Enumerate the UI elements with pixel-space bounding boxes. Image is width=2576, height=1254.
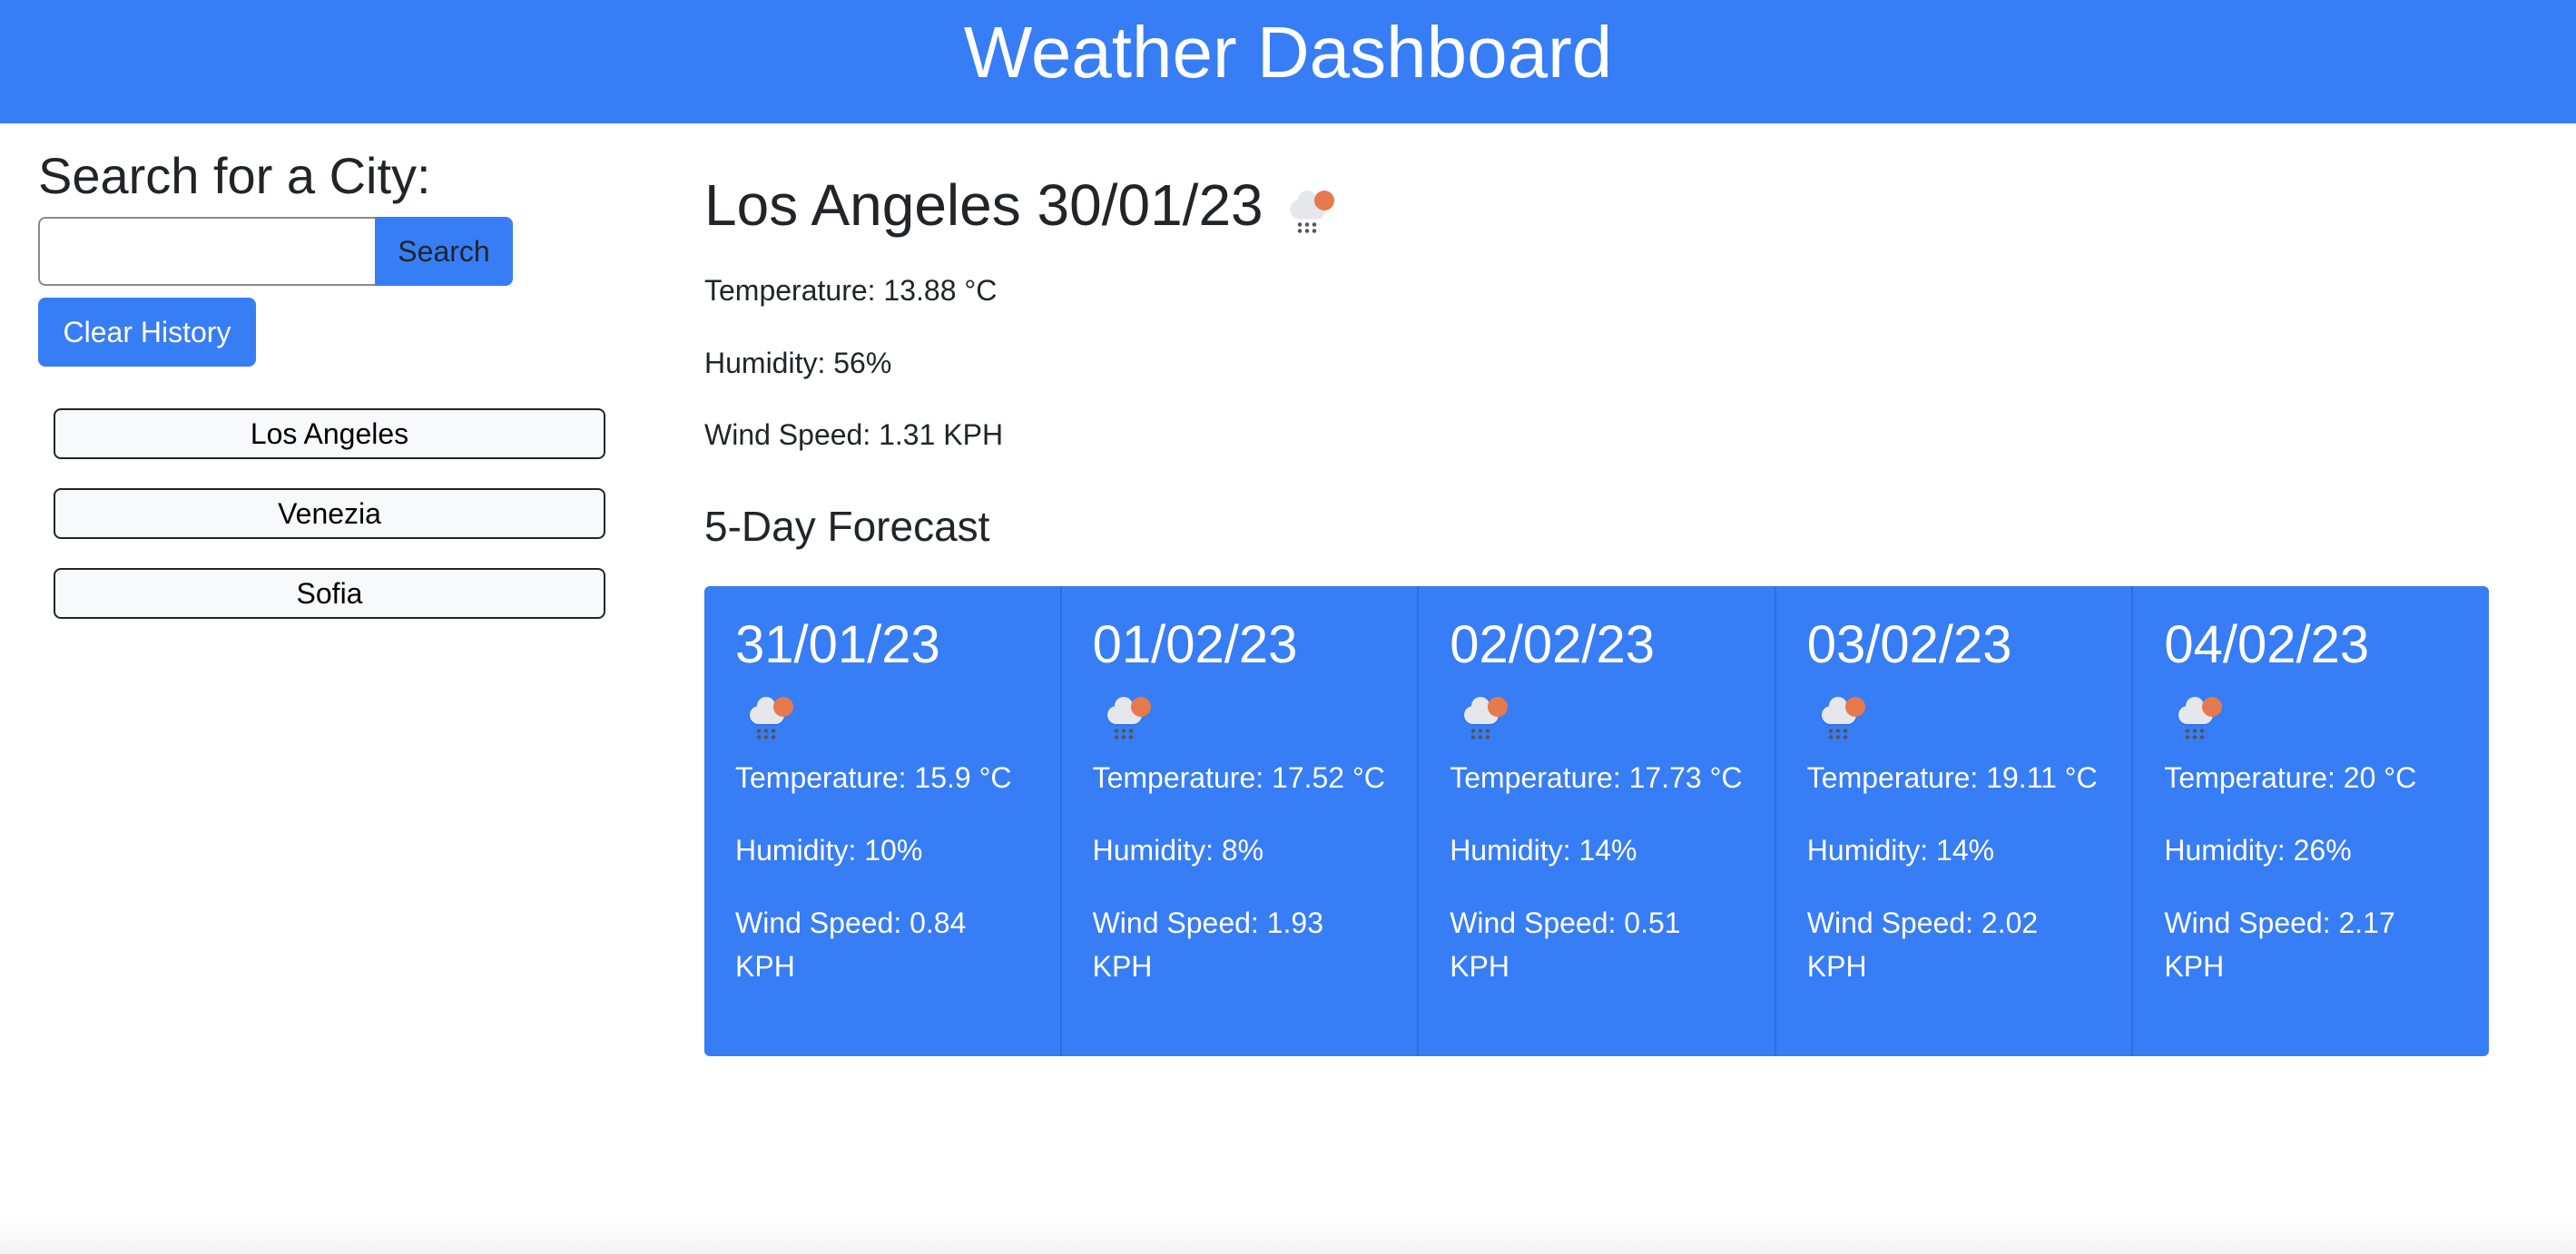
forecast-heading: 5-Day Forecast [704, 502, 990, 550]
forecast-date: 02/02/23 [1450, 615, 1655, 674]
city-search-input[interactable] [38, 217, 375, 287]
current-temperature: Temperature: 13.88 °C [704, 274, 998, 307]
app-header: Weather Dashboard [0, 0, 2576, 123]
forecast-card: 31/01/23 Temperature: 15.9 °C Humidity: … [704, 586, 1062, 1056]
forecast-wind-speed: Wind Speed: 1.93 KPH [1092, 906, 1323, 983]
history-item-los-angeles[interactable]: Los Angeles [54, 408, 605, 459]
cloud-rain-sun-icon [1102, 690, 1156, 744]
history-item-venezia[interactable]: Venezia [54, 488, 605, 539]
forecast-humidity: Humidity: 8% [1092, 833, 1264, 867]
forecast-humidity: Humidity: 10% [735, 833, 923, 867]
forecast-temperature: Temperature: 17.52 °C [1092, 760, 1385, 794]
cloud-rain-sun-icon [1816, 690, 1871, 744]
forecast-date: 04/02/23 [2164, 615, 2370, 674]
forecast-date: 03/02/23 [1806, 615, 2012, 674]
clear-history-button[interactable]: Clear History [38, 298, 256, 367]
forecast-temperature: Temperature: 15.9 °C [735, 760, 1012, 794]
forecast-temperature: Temperature: 17.73 °C [1450, 760, 1743, 794]
search-sidebar: Search for a City: Search Clear History … [38, 145, 619, 619]
weather-main: Los Angeles 30/01/23 Temperature: 13.88 … [704, 169, 2489, 1056]
forecast-wind-speed: Wind Speed: 2.17 KPH [2164, 906, 2395, 983]
forecast-wind-speed: Wind Speed: 0.51 KPH [1450, 906, 1681, 983]
current-humidity: Humidity: 56% [704, 346, 892, 379]
search-heading: Search for a City: [38, 147, 431, 204]
forecast-wind-speed: Wind Speed: 2.02 KPH [1806, 906, 2039, 983]
forecast-card: 03/02/23 Temperature: 19.11 °C Humidity:… [1775, 586, 2134, 1056]
cloud-rain-sun-icon [2173, 690, 2227, 744]
history-item-sofia[interactable]: Sofia [54, 568, 605, 619]
forecast-temperature: Temperature: 20 °C [2164, 760, 2417, 794]
page-bottom-shadow [0, 1218, 2576, 1254]
forecast-date: 01/02/23 [1092, 615, 1298, 674]
forecast-wind-speed: Wind Speed: 0.84 KPH [735, 906, 967, 983]
forecast-cards: 31/01/23 Temperature: 15.9 °C Humidity: … [704, 586, 2489, 1056]
search-history-list: Los Angeles Venezia Sofia [54, 408, 605, 648]
forecast-date: 31/01/23 [735, 615, 940, 674]
forecast-card: 02/02/23 Temperature: 17.73 °C Humidity:… [1419, 586, 1776, 1056]
forecast-humidity: Humidity: 26% [2164, 833, 2352, 867]
forecast-card: 01/02/23 Temperature: 17.52 °C Humidity:… [1061, 586, 1420, 1056]
cloud-rain-sun-icon [1285, 183, 1340, 238]
current-city-date: Los Angeles 30/01/23 [704, 172, 1263, 238]
forecast-humidity: Humidity: 14% [1806, 833, 1995, 867]
forecast-temperature: Temperature: 19.11 °C [1806, 760, 2098, 794]
cloud-rain-sun-icon [744, 690, 799, 744]
current-wind-speed: Wind Speed: 1.31 KPH [704, 418, 1004, 452]
search-button[interactable]: Search [375, 217, 513, 287]
search-form: Search [38, 217, 619, 287]
cloud-rain-sun-icon [1459, 690, 1513, 744]
forecast-card: 04/02/23 Temperature: 20 °C Humidity: 26… [2133, 586, 2489, 1056]
forecast-humidity: Humidity: 14% [1450, 833, 1637, 867]
current-weather-heading: Los Angeles 30/01/23 [704, 169, 2489, 241]
page-title: Weather Dashboard [963, 12, 1613, 93]
